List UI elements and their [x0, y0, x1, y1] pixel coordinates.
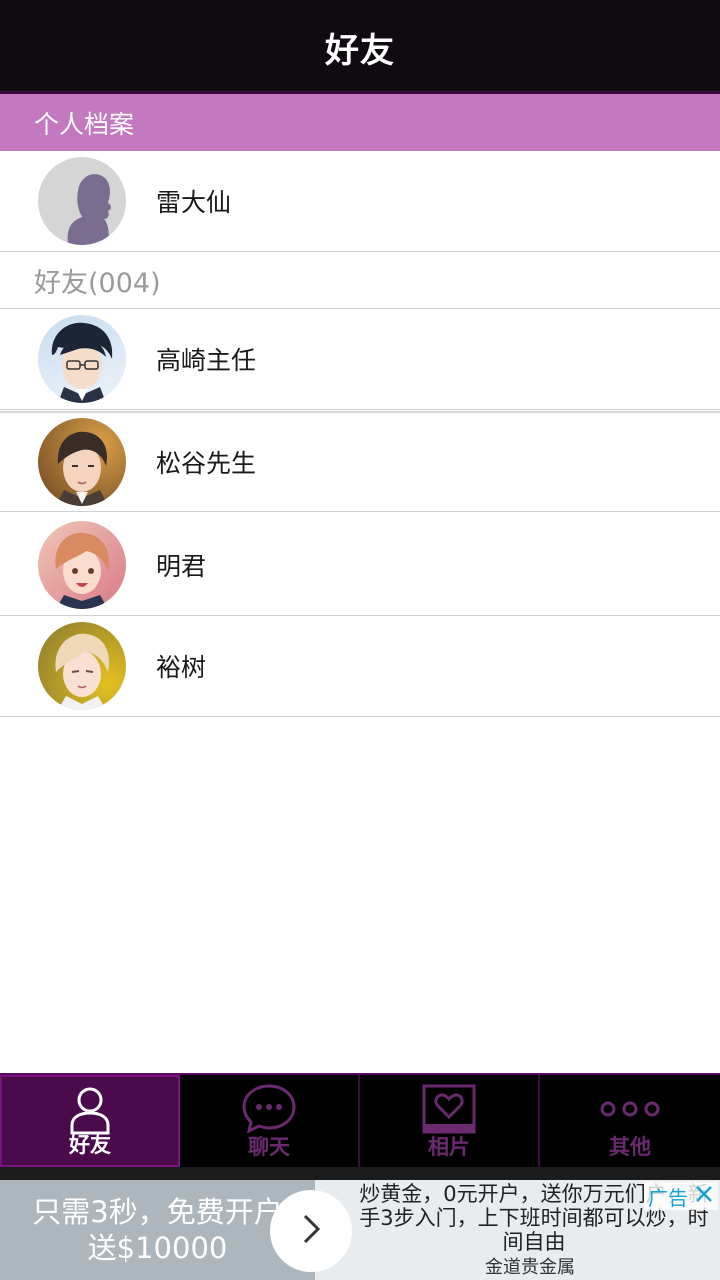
friend-row[interactable]: 松谷先生: [0, 411, 720, 512]
ad-left-panel: 只需3秒，免费开户送$10000: [0, 1180, 315, 1280]
tab-friends[interactable]: 好友: [0, 1075, 180, 1167]
profile-avatar: [38, 157, 126, 245]
more-dots-icon: [598, 1099, 662, 1123]
friends-group-header: 好友(004): [0, 253, 720, 309]
friend-avatar: [38, 315, 126, 403]
tab-label: 其他: [609, 1135, 651, 1159]
chevron-right-icon: [296, 1211, 326, 1251]
friend-name: 明君: [156, 552, 207, 581]
friend-row[interactable]: 裕树: [0, 616, 720, 717]
bottom-tab-bar: 好友 聊天 相片 其他: [0, 1073, 720, 1167]
friends-group-label: 好友(004): [34, 268, 161, 299]
profile-section-header: 个人档案: [0, 94, 720, 151]
friend-name: 高崎主任: [156, 346, 257, 375]
profile-name: 雷大仙: [156, 188, 232, 217]
heart-photo-icon: [421, 1083, 477, 1141]
friend-name: 松谷先生: [156, 449, 257, 478]
top-bar: 好友: [0, 0, 720, 94]
profile-row[interactable]: 雷大仙: [0, 151, 720, 252]
tab-chat[interactable]: 聊天: [180, 1075, 360, 1167]
ad-tag: 广告: [644, 1182, 718, 1210]
divider: [0, 1167, 720, 1180]
friend-avatar: [38, 418, 126, 506]
close-icon[interactable]: [694, 1184, 714, 1208]
page-title: 好友: [325, 30, 395, 71]
friend-row[interactable]: 高崎主任: [0, 309, 720, 410]
person-icon: [68, 1085, 112, 1139]
friend-avatar: [38, 622, 126, 710]
ad-banner[interactable]: 只需3秒，免费开户送$10000 炒黄金，0元开户，送你万元们户，新手3步入门，…: [0, 1180, 720, 1280]
profile-section-label: 个人档案: [34, 109, 135, 139]
friend-name: 裕树: [156, 653, 207, 682]
ad-brand: 金道贵金属: [485, 1257, 575, 1278]
tab-other[interactable]: 其他: [540, 1075, 720, 1167]
friend-avatar: [38, 521, 126, 609]
ad-tag-label: 广告: [648, 1185, 688, 1210]
friend-row[interactable]: 明君: [0, 515, 720, 616]
ad-left-text: 只需3秒，免费开户送$10000: [32, 1195, 283, 1265]
chat-bubble-icon: [241, 1083, 297, 1137]
tab-photos[interactable]: 相片: [360, 1075, 540, 1167]
ad-open-button[interactable]: [270, 1190, 352, 1272]
